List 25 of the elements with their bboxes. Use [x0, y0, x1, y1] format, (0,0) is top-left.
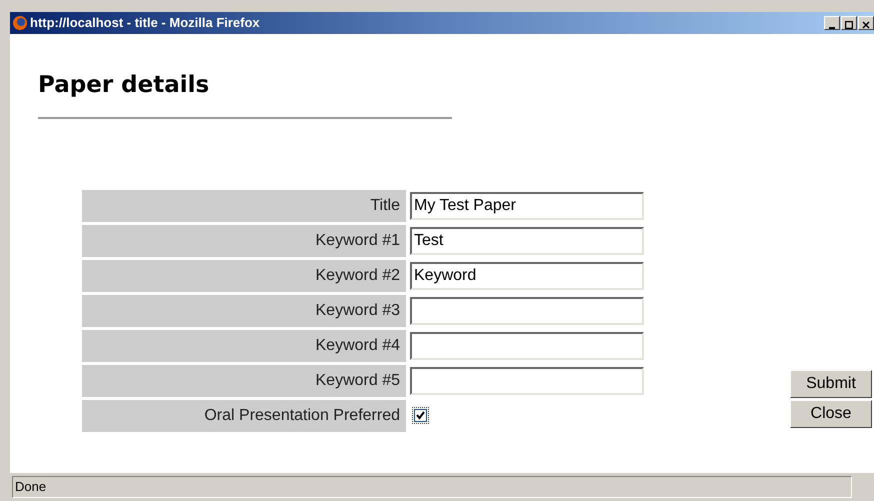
field-label: Keyword #3 — [82, 294, 406, 326]
field-label: Keyword #2 — [82, 260, 406, 292]
field-label: Keyword #5 — [82, 364, 406, 396]
action-button[interactable]: Submit — [790, 370, 872, 398]
close-icon — [862, 21, 870, 29]
maximize-button[interactable] — [841, 16, 857, 30]
text-input[interactable]: Keyword — [410, 262, 644, 290]
field-label: Oral Presentation Preferred — [82, 400, 406, 432]
text-input[interactable] — [410, 332, 644, 360]
window-title: http://localhost - title - Mozilla Firefox — [30, 14, 260, 32]
page-heading: Paper details — [38, 71, 210, 100]
minimize-button[interactable] — [824, 16, 840, 30]
close-button[interactable] — [858, 16, 874, 30]
status-text: Done — [12, 476, 852, 498]
browser-logo-icon — [12, 15, 28, 31]
field-label: Title — [82, 190, 406, 222]
action-button[interactable]: Close — [790, 400, 872, 428]
field-label: Keyword #4 — [82, 330, 406, 362]
field-label: Keyword #1 — [82, 224, 406, 256]
checkbox[interactable] — [414, 409, 427, 422]
text-input[interactable] — [410, 296, 644, 324]
maximize-icon — [845, 21, 853, 29]
text-input[interactable] — [410, 366, 644, 394]
text-input[interactable]: Test — [410, 226, 644, 254]
text-input[interactable]: My Test Paper — [410, 192, 644, 220]
